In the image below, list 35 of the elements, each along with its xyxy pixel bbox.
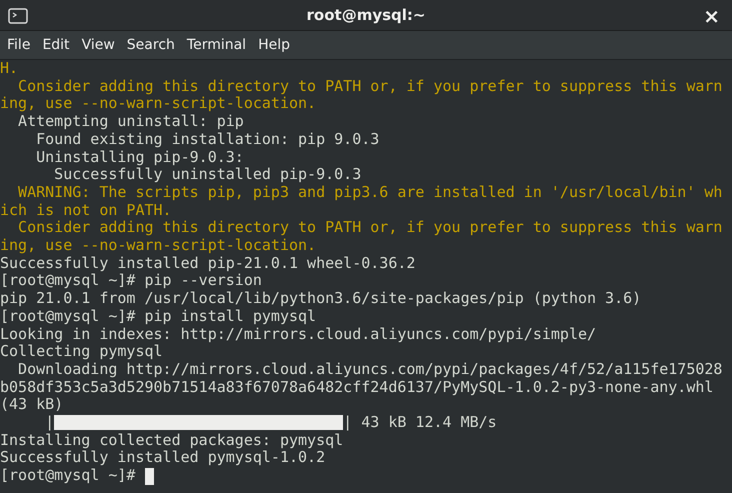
progress-text: | 43 kB 12.4 MB/s (343, 414, 497, 432)
menu-item[interactable]: Search (120, 37, 181, 53)
output-line: Successfully installed pip-21.0.1 wheel-0.36.2 (0, 254, 416, 272)
window-title: root@mysql:~ (306, 6, 426, 24)
warning-line: Consider adding this directory to PATH or, if you prefer to suppress this warn (17, 219, 722, 238)
output-line: Found existing installation: pip 9.0.3 (35, 130, 380, 149)
output-line: Collecting pymysql (0, 343, 163, 361)
output-line: [root@mysql ~]# pip install pymysql (0, 308, 316, 326)
output-line: [root@mysql ~]# pip --version (0, 272, 262, 290)
warning-line: WARNING: The scripts pip, pip3 and pip3.6 are installed in '/usr/local/bin' wh (17, 184, 722, 202)
terminal-icon (8, 8, 28, 24)
output-line: Installing collected packages: pymysql (0, 432, 344, 450)
menu-item[interactable]: View (76, 37, 121, 53)
warning-line: ich is not on PATH. (0, 202, 172, 220)
warning-line: H. (0, 60, 18, 78)
warning-line: ing, use --no-warn-script-location. (0, 95, 316, 114)
output-line: Looking in indexes: http://mirrors.cloud.aliyuncs.com/pypi/simple/ (0, 326, 596, 344)
output-line: Successfully installed pymysql-1.0.2 (0, 449, 326, 468)
menu-item[interactable]: Help (252, 37, 296, 53)
warning-line: Consider adding this directory to PATH or, if you prefer to suppress this warn (17, 78, 722, 96)
output-line: Successfully uninstalled pip-9.0.3 (54, 166, 362, 184)
output-line: (43 kB) (0, 396, 64, 414)
output-line: b058df353c5a3d5290b71514a83f67078a6482cff24d6137/PyMySQL-1.0.2-py3-none-any.whl (0, 378, 714, 396)
close-button[interactable]: × (697, 4, 726, 28)
output-line: Attempting uninstall: pip (17, 113, 244, 131)
output-line: pip 21.0.1 from /usr/local/lib/python3.6/site-packages/pip (python 3.6) (0, 290, 642, 308)
output-line: Downloading http://mirrors.cloud.aliyuncs.com/pypi/packages/4f/52/a115fe175028 (17, 360, 722, 379)
output-line: Uninstalling pip-9.0.3: (35, 148, 244, 166)
menu-item[interactable]: Edit (36, 37, 76, 53)
shell-prompt: [root@mysql ~]# (0, 467, 136, 485)
menu-item[interactable]: Terminal (180, 37, 252, 53)
progress-text: | (44, 414, 54, 432)
warning-line: ing, use --no-warn-script-location. (0, 237, 316, 255)
menu-item[interactable]: File (1, 37, 36, 53)
text-cursor (144, 468, 154, 484)
